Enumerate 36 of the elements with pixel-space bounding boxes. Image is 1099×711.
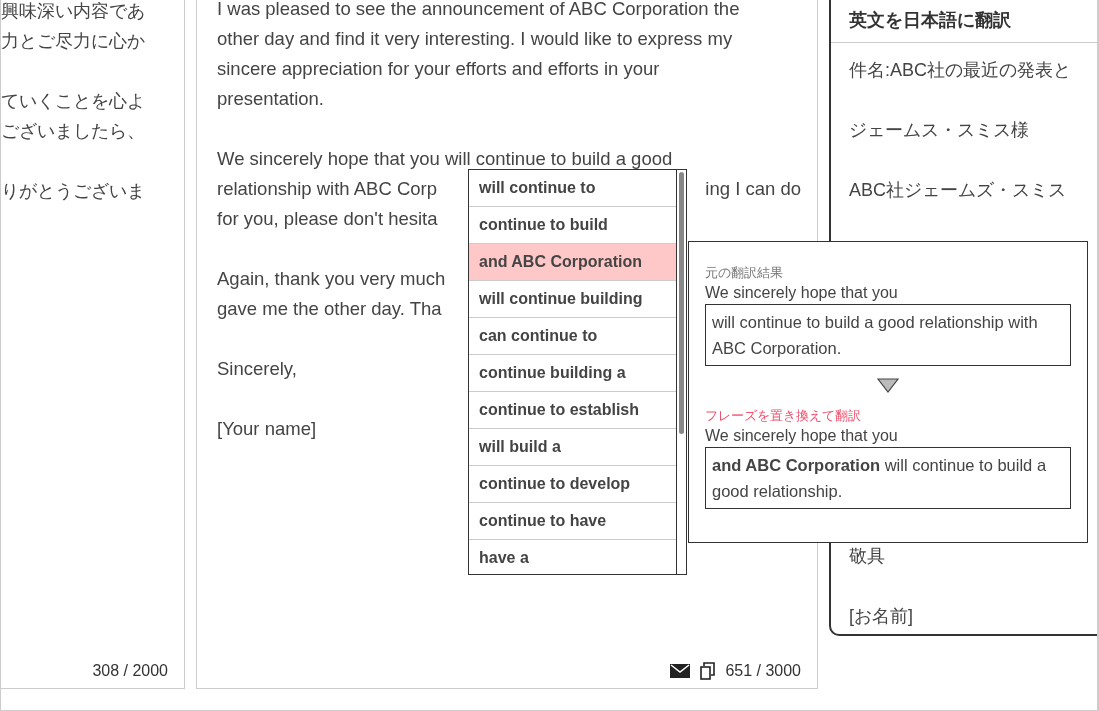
text-line: relationship with ABC Corp [217,177,438,201]
text-line: [Your name] [217,417,317,441]
character-counter: 651 / 3000 [725,662,801,680]
mail-icon[interactable] [670,664,691,678]
panel-title: 英文を日本語に翻訳 [831,0,1097,43]
text-line: [お名前] [849,605,914,628]
text-line: りがとうございま [1,180,146,203]
text-line: 力とご尽力に心か [1,30,146,53]
section-label: フレーズを置き換えて翻訳 [705,407,862,425]
text-line: for you, please don't hesita [217,207,438,231]
text-line: ございましたら、 [1,120,146,143]
text-line: 敬具 [849,545,886,568]
scrollbar-thumb[interactable] [679,172,684,434]
text-line: 件名:ABC社の最近の発表と [849,59,1072,82]
copy-icon[interactable] [700,662,716,680]
text-line: Sincerely, [217,357,297,381]
text-line: We sincerely hope that you will continue to build a good [217,147,673,171]
text-line: ABC社ジェームズ・スミス [849,179,1067,202]
translation-result: will continue to build a good relationship with ABC Corporation. [705,304,1071,366]
suggestion-item[interactable]: and ABC Corporation [469,244,676,281]
text-line: presentation. [217,87,324,111]
text-line: gave me the other day. Tha [217,297,442,321]
text-line: ていくことを心よ [1,90,146,113]
text-line: ing I can do [705,177,801,201]
text-line: sincere appreciation for your efforts and efforts in your [217,57,660,81]
text-line: other day and find it very interesting. I would like to express my [217,27,733,51]
character-counter: 308 / 2000 [92,662,168,680]
text-line: Again, thank you very much [217,267,446,291]
text-line: I was pleased to see the announcement of ABC Corporation the [217,0,740,21]
sentence-prefix: We sincerely hope that you [705,426,899,446]
text-line: ジェームス・スミス様 [849,119,1030,142]
translation-result: and ABC Corporation will continue to build a good relationship. [705,447,1071,509]
down-triangle-icon [877,378,899,393]
section-label: 元の翻訳結果 [705,264,784,282]
text-line: 興味深い内容であ [1,0,146,23]
sentence-prefix: We sincerely hope that you [705,283,899,303]
